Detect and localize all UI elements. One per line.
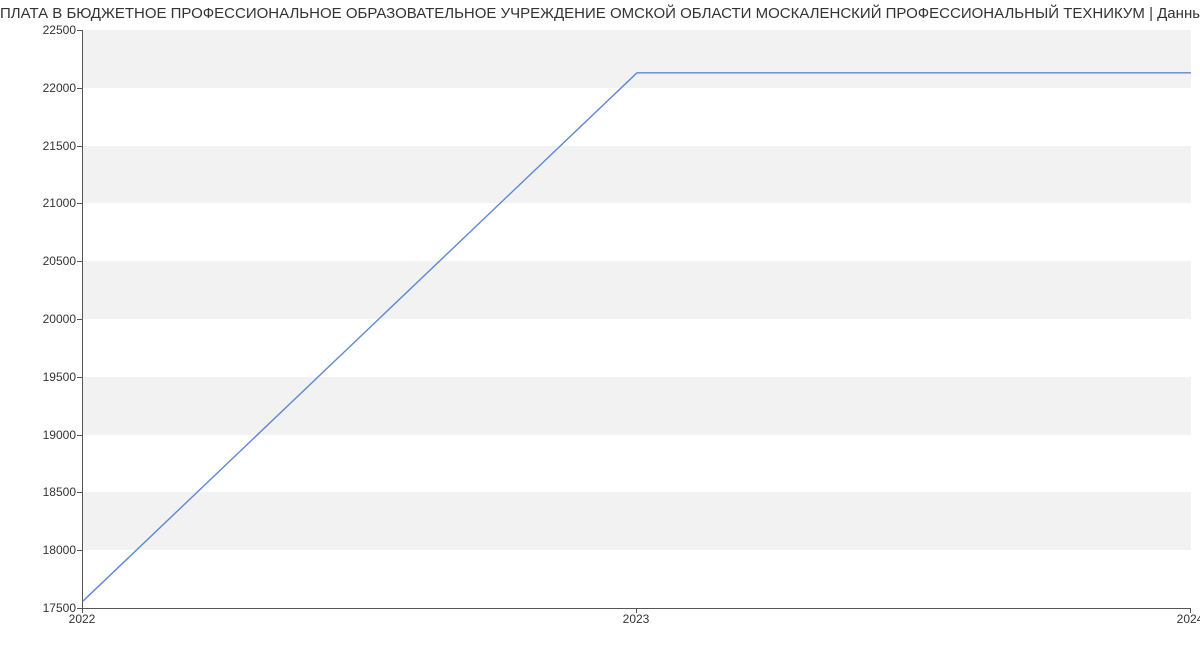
y-tick-label: 22500: [43, 23, 76, 37]
y-tick-mark: [77, 319, 82, 320]
y-tick-mark: [77, 30, 82, 31]
x-tick-label: 2023: [623, 612, 650, 626]
y-tick-mark: [77, 435, 82, 436]
y-tick-label: 22000: [43, 81, 76, 95]
y-tick-label: 18500: [43, 485, 76, 499]
x-tick-mark: [1190, 608, 1191, 613]
y-tick-mark: [77, 550, 82, 551]
y-tick-mark: [77, 88, 82, 89]
y-tick-mark: [77, 492, 82, 493]
y-tick-label: 21000: [43, 196, 76, 210]
x-tick-mark: [636, 608, 637, 613]
y-tick-label: 20000: [43, 312, 76, 326]
y-tick-label: 20500: [43, 254, 76, 268]
y-tick-label: 19500: [43, 370, 76, 384]
y-tick-label: 19000: [43, 428, 76, 442]
y-tick-mark: [77, 261, 82, 262]
y-tick-mark: [77, 146, 82, 147]
y-tick-mark: [77, 203, 82, 204]
y-tick-label: 18000: [43, 543, 76, 557]
y-tick-label: 21500: [43, 139, 76, 153]
chart-container: ПЛАТА В БЮДЖЕТНОЕ ПРОФЕССИОНАЛЬНОЕ ОБРАЗ…: [0, 0, 1200, 650]
x-tick-label: 2024: [1177, 612, 1200, 626]
chart-title: ПЛАТА В БЮДЖЕТНОЕ ПРОФЕССИОНАЛЬНОЕ ОБРАЗ…: [0, 5, 1200, 22]
y-tick-mark: [77, 377, 82, 378]
plot-area: [82, 30, 1191, 609]
x-tick-mark: [82, 608, 83, 613]
data-line: [83, 73, 1191, 601]
x-tick-label: 2022: [69, 612, 96, 626]
line-svg: [83, 30, 1191, 608]
